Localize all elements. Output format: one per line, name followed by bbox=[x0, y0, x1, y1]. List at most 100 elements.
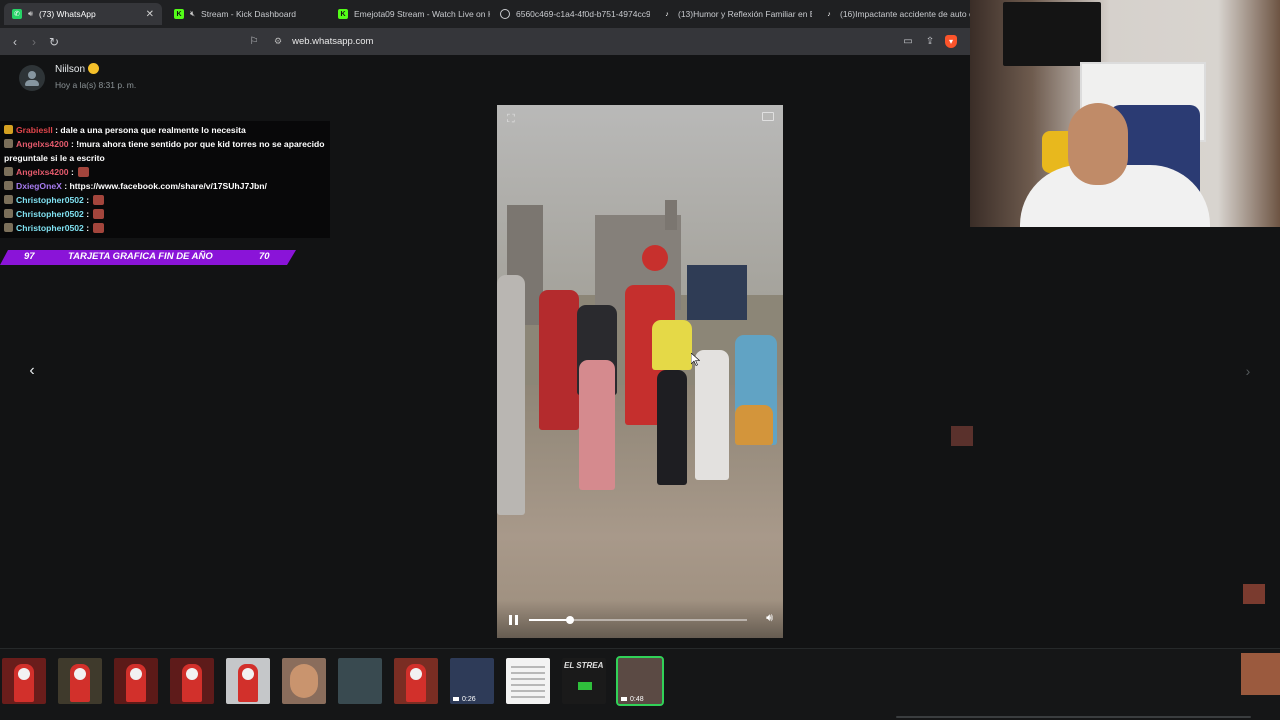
tab-tiktok-humor[interactable]: ♪ (13)Humor y Reflexión Familiar en Ba bbox=[654, 3, 812, 25]
thumb-doc-line bbox=[511, 690, 545, 692]
tab-label: Stream - Kick Dashboard bbox=[201, 9, 296, 19]
tab-uuid[interactable]: 6560c469-c1a4-4f0d-b751-4974cc9 bbox=[492, 3, 650, 25]
video-controls: 🔊︎ bbox=[497, 600, 783, 638]
chat-message: Angelxs4200 : !mura ahora tiene sentido … bbox=[3, 137, 327, 165]
tab-label: (16)Impactante accidente de auto e bbox=[840, 9, 970, 19]
muted-icon[interactable]: 🔇︎ bbox=[190, 9, 195, 19]
video-truck bbox=[687, 265, 747, 320]
site-info-icon[interactable]: ⚙ bbox=[274, 36, 282, 47]
cast-icon[interactable]: ▭ bbox=[900, 34, 916, 50]
thumb-doc-line bbox=[511, 684, 545, 686]
status-thumbnail[interactable] bbox=[114, 658, 158, 704]
chat-username: Angelxs4200 bbox=[16, 139, 69, 149]
thumb-duration: 0:48 bbox=[630, 696, 644, 703]
expand-icon[interactable]: ⛶ bbox=[507, 113, 515, 126]
thumb-doc-line bbox=[511, 696, 545, 698]
status-thumbnail[interactable] bbox=[170, 658, 214, 704]
tab-kick-live[interactable]: K Emejota09 Stream - Watch Live on K bbox=[330, 3, 490, 25]
status-thumbnail[interactable] bbox=[506, 658, 550, 704]
status-thumbnail[interactable] bbox=[58, 658, 102, 704]
video-person bbox=[657, 370, 687, 485]
avatar[interactable] bbox=[19, 65, 45, 91]
bookmark-icon[interactable]: ⚐ bbox=[246, 34, 262, 50]
sender-name-text: Niilson bbox=[55, 64, 86, 75]
back-icon[interactable]: ‹ bbox=[7, 34, 23, 50]
status-thumbnail[interactable] bbox=[394, 658, 438, 704]
thumb-santa-beard bbox=[130, 668, 142, 680]
subscriber-badge-icon bbox=[4, 167, 13, 176]
horizontal-scrollbar[interactable] bbox=[896, 716, 1251, 718]
volume-icon[interactable]: 🔊︎ bbox=[766, 612, 773, 625]
chat-emote-icon bbox=[93, 223, 105, 233]
globe-icon bbox=[500, 9, 510, 19]
pause-button[interactable] bbox=[508, 614, 520, 626]
thumb-doc-line bbox=[511, 672, 545, 674]
status-thumbnail[interactable]: 0:48 bbox=[616, 656, 664, 706]
chat-message: Christopher0502 : bbox=[3, 221, 327, 235]
tab-label: Emejota09 Stream - Watch Live on K bbox=[354, 9, 490, 19]
status-video[interactable]: ⛶ 🔊︎ bbox=[497, 105, 783, 638]
thumb-green-badge bbox=[578, 682, 592, 690]
webcam-tv bbox=[1003, 2, 1101, 66]
tiktok-icon: ♪ bbox=[827, 10, 831, 18]
picture-in-picture-icon[interactable] bbox=[762, 112, 774, 121]
next-status-button[interactable]: › bbox=[1238, 361, 1258, 383]
mouse-cursor-icon bbox=[691, 353, 700, 366]
chat-emote-icon bbox=[93, 195, 105, 205]
stream-chat-overlay: Grabiesll : dale a una persona que realm… bbox=[0, 121, 330, 238]
thumb-santa-beard bbox=[18, 668, 30, 680]
thumb-santa-beard bbox=[186, 668, 198, 680]
video-person bbox=[735, 405, 773, 445]
chat-message: Christopher0502 : bbox=[3, 193, 327, 207]
video-person bbox=[652, 320, 692, 370]
thumb-doc-line bbox=[511, 666, 545, 668]
chat-message: Grabiesll : dale a una persona que realm… bbox=[3, 123, 327, 137]
thumb-face bbox=[290, 664, 318, 698]
seek-bar[interactable] bbox=[529, 616, 747, 624]
reload-icon[interactable]: ↻ bbox=[46, 34, 62, 50]
goal-target: 70 bbox=[259, 251, 270, 262]
previous-status-button[interactable]: ‹ bbox=[20, 360, 44, 384]
address-bar[interactable]: ⚙ web.whatsapp.com bbox=[268, 31, 918, 52]
status-thumbnail[interactable]: 0:26 bbox=[450, 658, 494, 704]
subscriber-badge-icon bbox=[4, 139, 13, 148]
chat-emote-icon bbox=[78, 167, 90, 177]
video-person bbox=[539, 290, 579, 430]
close-tab-icon[interactable]: ✕ bbox=[146, 9, 154, 20]
thumb-duration: 0:26 bbox=[462, 696, 476, 703]
chat-emote-icon bbox=[93, 209, 105, 219]
chat-separator: : bbox=[83, 195, 92, 205]
chat-text: dale a una persona que realmente lo nece… bbox=[60, 125, 246, 135]
tab-tiktok-accidente[interactable]: ♪ (16)Impactante accidente de auto e bbox=[816, 3, 970, 25]
tab-label: (73) WhatsApp bbox=[39, 9, 96, 19]
subscriber-badge-icon bbox=[4, 223, 13, 232]
status-thumbnail[interactable] bbox=[282, 658, 326, 704]
share-icon[interactable]: ⇪ bbox=[922, 34, 938, 50]
brave-shield-icon[interactable]: ▾ bbox=[945, 35, 957, 48]
chat-separator: : bbox=[61, 181, 70, 191]
video-camera-icon bbox=[453, 697, 459, 701]
avatar-body bbox=[25, 80, 39, 86]
url-text: web.whatsapp.com bbox=[292, 36, 374, 47]
thumb-santa-beard bbox=[74, 668, 86, 680]
speaker-icon[interactable]: 🔊︎ bbox=[28, 9, 33, 19]
avatar-head bbox=[28, 71, 36, 79]
webcam-corner-thumb bbox=[1241, 653, 1280, 695]
tab-whatsapp[interactable]: ✆ 🔊︎ (73) WhatsApp ✕ bbox=[4, 3, 162, 25]
status-thumbnail[interactable] bbox=[226, 658, 270, 704]
thumb-santa-beard bbox=[242, 668, 254, 680]
status-thumbnail[interactable]: EL STREA bbox=[562, 658, 606, 704]
tab-kick-dashboard[interactable]: K 🔇︎ Stream - Kick Dashboard bbox=[166, 3, 326, 25]
browser-tab-bar: ✆ 🔊︎ (73) WhatsApp ✕ K 🔇︎ Stream - Kick … bbox=[0, 0, 970, 28]
forward-icon[interactable]: › bbox=[26, 34, 42, 50]
kick-icon: K bbox=[338, 9, 348, 19]
subscriber-badge-icon bbox=[4, 125, 13, 134]
status-thumbnail[interactable] bbox=[2, 658, 46, 704]
webcam-streamer-head bbox=[1068, 103, 1128, 185]
goal-title: TARJETA GRAFICA FIN DE AÑO bbox=[68, 251, 213, 262]
status-thumbnail[interactable] bbox=[338, 658, 382, 704]
seek-progress bbox=[529, 619, 571, 621]
status-sender: Niilson bbox=[55, 63, 100, 75]
kick-icon: K bbox=[174, 9, 184, 19]
seek-handle[interactable] bbox=[566, 616, 575, 624]
